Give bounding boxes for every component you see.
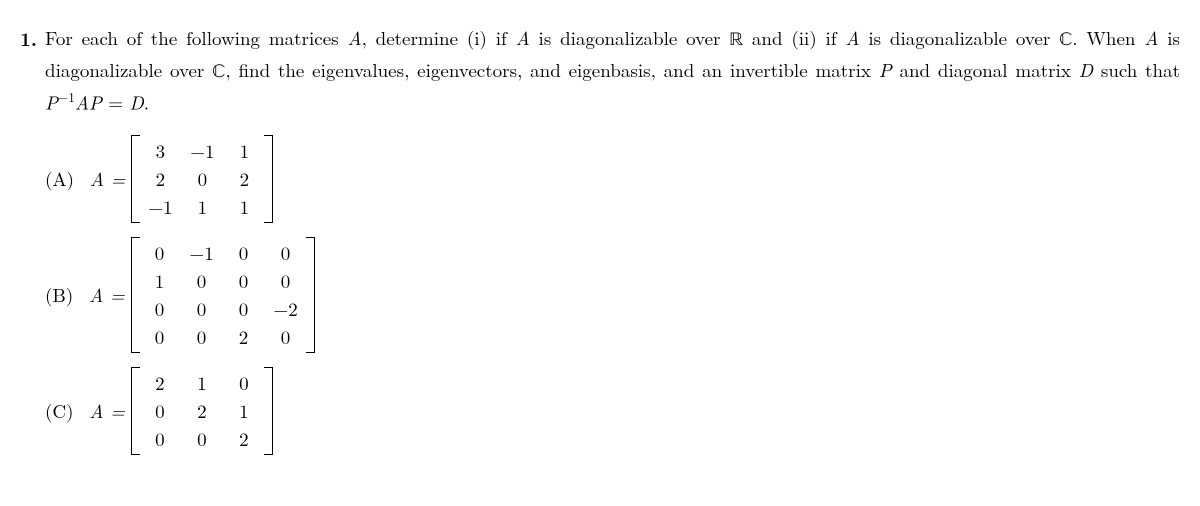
eq-D: D (129, 88, 143, 115)
cell: 0 (188, 425, 216, 454)
cell: 0 (272, 239, 300, 268)
set-C: ℂ (1059, 31, 1072, 50)
part-label: (B) A = (45, 281, 125, 310)
part-A: (A) A = 3 −1 1 2 0 2 −1 1 1 (45, 131, 1180, 227)
cell: 0 (230, 295, 258, 324)
matrix-B: 0 −1 0 0 1 0 0 0 0 0 0 −2 0 0 2 (131, 237, 315, 353)
bracket-left (131, 237, 140, 353)
cell: 0 (146, 397, 174, 426)
cell: −1 (146, 193, 174, 222)
cell: −2 (272, 295, 300, 324)
text-fragment: is diagonalizable over (530, 24, 730, 51)
bracket-left (131, 135, 140, 223)
part-letter: (B) (45, 281, 73, 308)
cell: 2 (146, 165, 174, 194)
cell: 0 (146, 295, 174, 324)
cell: 0 (188, 267, 216, 296)
part-B: (B) A = 0 −1 0 0 1 0 0 0 0 0 (45, 233, 1180, 357)
part-label: (C) A = (45, 397, 125, 426)
problem-body: For each of the following matrices A, de… (45, 24, 1180, 465)
cell: 2 (230, 323, 258, 352)
cell: 2 (146, 369, 174, 398)
cell: 2 (230, 425, 258, 454)
cell: −1 (188, 239, 216, 268)
var-A: A (1144, 24, 1158, 51)
part-lhs: A = (89, 397, 125, 424)
text-fragment: For each of the following matrices (45, 24, 347, 51)
var-A: A (516, 24, 530, 51)
text-fragment: . (144, 88, 149, 115)
var-D: D (1079, 56, 1093, 83)
text-fragment: . When (1072, 24, 1144, 51)
problem-1: 1. For each of the following matrices A,… (20, 24, 1180, 465)
var-A: A (845, 24, 859, 51)
cell: 0 (272, 323, 300, 352)
cell: 2 (230, 165, 258, 194)
cell: 0 (188, 295, 216, 324)
cell: 2 (188, 397, 216, 426)
text-fragment: , find the eigenvalues, eigenvectors, an… (225, 56, 878, 83)
eq-P: P (45, 88, 58, 115)
cell: 1 (188, 369, 216, 398)
cell: 3 (146, 137, 174, 166)
problem-number: 1. (20, 24, 37, 53)
part-C: (C) A = 2 1 0 0 2 1 0 0 2 (45, 363, 1180, 459)
cell: 1 (230, 137, 258, 166)
cell: −1 (188, 137, 216, 166)
eq-sup: −1 (58, 87, 75, 106)
cell: 0 (272, 267, 300, 296)
var-P: P (879, 56, 892, 83)
set-C: ℂ (212, 63, 225, 82)
bracket-left (131, 367, 140, 455)
text-fragment: , determine (i) if (362, 24, 516, 51)
cell: 0 (146, 425, 174, 454)
cell: 1 (188, 193, 216, 222)
text-fragment: is diagonalizable over (860, 24, 1060, 51)
cell: 0 (146, 239, 174, 268)
text-fragment: such that (1093, 56, 1180, 83)
matrix-grid: 3 −1 1 2 0 2 −1 1 1 (142, 135, 262, 223)
problem-statement: For each of the following matrices A, de… (45, 24, 1180, 117)
var-A: A (347, 24, 361, 51)
matrix-grid: 0 −1 0 0 1 0 0 0 0 0 0 −2 0 0 2 (142, 237, 304, 353)
bracket-right (264, 367, 273, 455)
cell: 1 (146, 267, 174, 296)
eq-AP: AP (75, 88, 102, 115)
eq-equals: = (102, 88, 129, 115)
cell: 0 (188, 323, 216, 352)
part-lhs: A = (89, 281, 125, 308)
matrix-grid: 2 1 0 0 2 1 0 0 2 (142, 367, 262, 455)
bracket-right (264, 135, 273, 223)
text-fragment: and diagonal matrix (892, 56, 1079, 83)
cell: 0 (188, 165, 216, 194)
part-letter: (C) (45, 397, 74, 424)
cell: 0 (230, 369, 258, 398)
parts-list: (A) A = 3 −1 1 2 0 2 −1 1 1 (45, 131, 1180, 459)
cell: 0 (146, 323, 174, 352)
matrix-A: 3 −1 1 2 0 2 −1 1 1 (131, 135, 273, 223)
cell: 0 (230, 239, 258, 268)
part-label: (A) A = (45, 165, 125, 194)
part-letter: (A) (45, 165, 74, 192)
cell: 0 (230, 267, 258, 296)
text-fragment: and (ii) if (743, 24, 845, 51)
cell: 1 (230, 397, 258, 426)
set-R: ℝ (729, 31, 743, 50)
bracket-right (306, 237, 315, 353)
part-lhs: A = (90, 165, 126, 192)
cell: 1 (230, 193, 258, 222)
matrix-C: 2 1 0 0 2 1 0 0 2 (131, 367, 273, 455)
